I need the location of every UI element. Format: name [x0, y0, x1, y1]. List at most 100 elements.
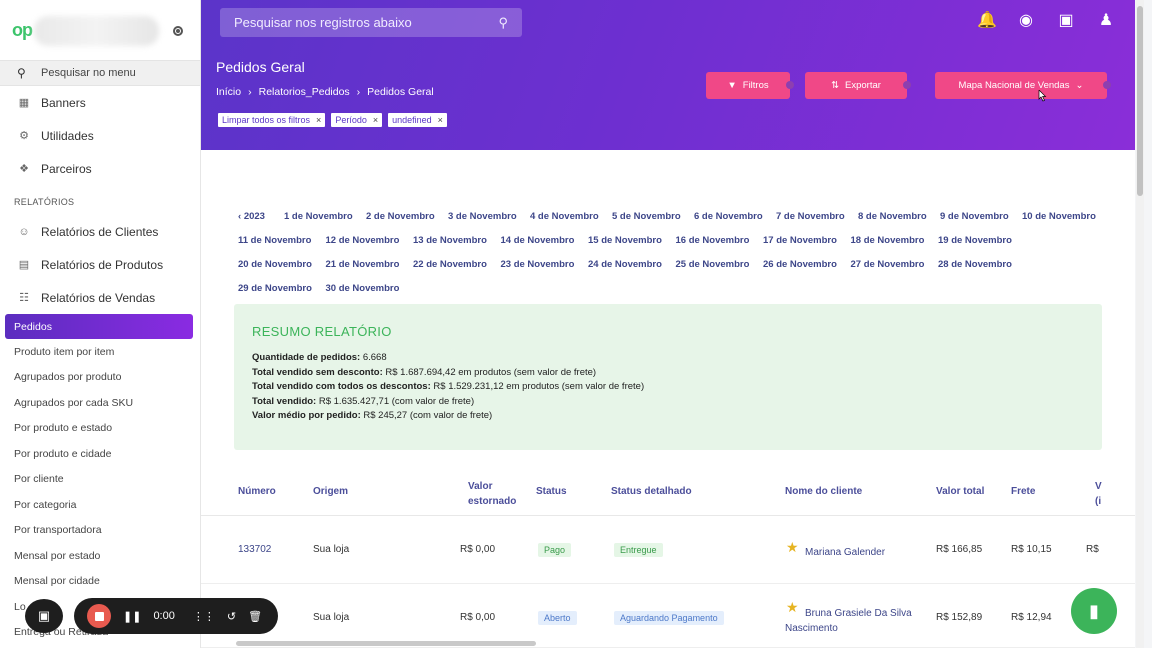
- grid-dots-icon[interactable]: ⋮⋮: [193, 610, 215, 623]
- order-number-link[interactable]: 133702: [238, 544, 271, 555]
- column-header-extra[interactable]: V (i: [1095, 479, 1102, 509]
- customer-name-link[interactable]: Mariana Galender: [805, 547, 885, 558]
- summary-line: Quantidade de pedidos: 6.668: [252, 351, 1084, 366]
- column-header-frete[interactable]: Frete: [1011, 486, 1035, 497]
- date-link[interactable]: 20 de Novembro: [238, 259, 326, 270]
- date-link[interactable]: 2 de Novembro: [366, 211, 448, 222]
- filter-chip[interactable]: Período ×: [331, 113, 383, 127]
- table-row[interactable]: 133702 Sua loja R$ 0,00 Pago Entregue ★ …: [201, 517, 1135, 584]
- column-header-origem[interactable]: Origem: [313, 486, 348, 497]
- sidebar-item-relatorios-clientes[interactable]: ☺ Relatórios de Clientes: [0, 215, 200, 248]
- breadcrumb-item[interactable]: Início: [216, 86, 241, 98]
- summary-label: Total vendido:: [252, 395, 317, 407]
- date-link[interactable]: 9 de Novembro: [940, 211, 1022, 222]
- chat-icon[interactable]: ▣: [1057, 10, 1075, 30]
- year-back-link[interactable]: ‹ 2023: [238, 211, 284, 222]
- date-link[interactable]: 25 de Novembro: [676, 259, 764, 270]
- sidebar-sub-pedidos[interactable]: Pedidos: [5, 314, 193, 339]
- close-icon[interactable]: ×: [316, 115, 321, 125]
- camera-toggle-button[interactable]: ▣: [25, 599, 63, 633]
- sidebar-sub-item[interactable]: Agrupados por produto: [0, 365, 200, 391]
- sidebar-sub-item[interactable]: Mensal por cidade: [0, 569, 200, 595]
- close-icon[interactable]: ×: [373, 115, 378, 125]
- sidebar-item-parceiros[interactable]: ❖ Parceiros: [0, 152, 200, 185]
- sidebar-sub-item[interactable]: Mensal por estado: [0, 543, 200, 569]
- sidebar-item-utilidades[interactable]: ⚙ Utilidades: [0, 119, 200, 152]
- trash-icon[interactable]: 🗑: [248, 610, 262, 623]
- date-link[interactable]: 14 de Novembro: [501, 235, 589, 246]
- column-header-status[interactable]: Status: [536, 486, 567, 497]
- sales-map-button[interactable]: Mapa Nacional de Vendas ⌄: [935, 72, 1111, 99]
- date-link[interactable]: 10 de Novembro: [1022, 211, 1096, 222]
- table-row[interactable]: Sua loja R$ 0,00 Aberto Aguardando Pagam…: [201, 585, 1135, 648]
- sidebar-sub-item[interactable]: Por categoria: [0, 492, 200, 518]
- sidebar-sub-item[interactable]: Por transportadora: [0, 518, 200, 544]
- horizontal-scrollbar[interactable]: [236, 641, 536, 646]
- column-header-status-detalhado[interactable]: Status detalhado: [611, 486, 692, 497]
- date-link[interactable]: 16 de Novembro: [676, 235, 764, 246]
- vertical-scrollbar[interactable]: [1136, 0, 1144, 648]
- sidebar-item-relatorios-vendas[interactable]: ☷ Relatórios de Vendas: [0, 281, 200, 314]
- breadcrumb-item[interactable]: Relatorios_Pedidos: [259, 86, 350, 98]
- date-link[interactable]: 24 de Novembro: [588, 259, 676, 270]
- filter-chip[interactable]: undefined ×: [388, 113, 447, 127]
- records-search-input[interactable]: Pesquisar nos registros abaixo ⚲: [220, 8, 522, 37]
- sidebar-item-banners[interactable]: ▦ Banners: [0, 86, 200, 119]
- date-link[interactable]: 7 de Novembro: [776, 211, 858, 222]
- date-link[interactable]: 5 de Novembro: [612, 211, 694, 222]
- summary-value: 6.668: [360, 352, 387, 363]
- date-link[interactable]: 3 de Novembro: [448, 211, 530, 222]
- filter-chip[interactable]: Limpar todos os filtros ×: [218, 113, 326, 127]
- date-link[interactable]: 19 de Novembro: [938, 235, 1012, 246]
- column-header-valor-total[interactable]: Valor total: [936, 486, 984, 497]
- customer-name-link-continued[interactable]: Nascimento: [785, 623, 838, 634]
- sidebar-sub-item[interactable]: Agrupados por cada SKU: [0, 390, 200, 416]
- brand-logo[interactable]: op: [12, 20, 33, 41]
- date-link[interactable]: 23 de Novembro: [501, 259, 589, 270]
- origin-cell: Sua loja: [313, 612, 350, 623]
- stop-recording-button[interactable]: [87, 604, 111, 628]
- date-link[interactable]: 15 de Novembro: [588, 235, 676, 246]
- export-button[interactable]: ⇅ Exportar: [805, 72, 911, 99]
- page-title: Pedidos Geral: [216, 59, 305, 75]
- date-link[interactable]: 1 de Novembro: [284, 211, 366, 222]
- freight-cell: R$ 10,15: [1011, 544, 1052, 555]
- bell-icon[interactable]: 🔔: [977, 10, 997, 30]
- filters-button[interactable]: ▼ Filtros: [706, 72, 794, 99]
- sidebar-sub-item[interactable]: Por produto e estado: [0, 416, 200, 442]
- eye-icon[interactable]: ◉: [1017, 10, 1035, 30]
- date-link[interactable]: 21 de Novembro: [326, 259, 414, 270]
- date-link[interactable]: 26 de Novembro: [763, 259, 851, 270]
- customer-name-link[interactable]: Bruna Grasiele Da Silva: [805, 608, 912, 619]
- menu-search[interactable]: ⚲ Pesquisar no menu: [0, 60, 200, 86]
- date-link[interactable]: 30 de Novembro: [326, 283, 400, 294]
- date-link[interactable]: 4 de Novembro: [530, 211, 612, 222]
- sidebar-item-relatorios-produtos[interactable]: ▤ Relatórios de Produtos: [0, 248, 200, 281]
- status-radio-icon[interactable]: [173, 26, 183, 36]
- summary-line: Total vendido com todos os descontos: R$…: [252, 380, 1084, 395]
- sidebar-sub-item[interactable]: Por cliente: [0, 467, 200, 493]
- date-link[interactable]: 12 de Novembro: [326, 235, 414, 246]
- sidebar-sub-item[interactable]: Produto item por item: [0, 339, 200, 365]
- date-link[interactable]: 22 de Novembro: [413, 259, 501, 270]
- column-header-cliente[interactable]: Nome do cliente: [785, 486, 862, 497]
- close-icon[interactable]: ×: [438, 115, 443, 125]
- user-icon[interactable]: ♟: [1097, 10, 1115, 30]
- date-link[interactable]: 17 de Novembro: [763, 235, 851, 246]
- date-link[interactable]: 27 de Novembro: [851, 259, 939, 270]
- sidebar-sub-item[interactable]: Por produto e cidade: [0, 441, 200, 467]
- date-link[interactable]: 18 de Novembro: [851, 235, 939, 246]
- column-header-valor-estornado[interactable]: Valor estornado: [468, 479, 516, 509]
- date-link[interactable]: 29 de Novembro: [238, 283, 326, 294]
- date-link[interactable]: 28 de Novembro: [938, 259, 1012, 270]
- date-link[interactable]: 8 de Novembro: [858, 211, 940, 222]
- column-header-numero[interactable]: Número: [238, 486, 276, 497]
- restart-icon[interactable]: ↺: [227, 610, 236, 623]
- pause-icon[interactable]: ❚❚: [123, 610, 141, 623]
- date-link[interactable]: 11 de Novembro: [238, 235, 326, 246]
- chat-support-button[interactable]: ▮: [1071, 588, 1117, 634]
- date-link[interactable]: 13 de Novembro: [413, 235, 501, 246]
- search-icon[interactable]: ⚲: [498, 15, 508, 31]
- scrollbar-thumb[interactable]: [1137, 6, 1143, 196]
- date-link[interactable]: 6 de Novembro: [694, 211, 776, 222]
